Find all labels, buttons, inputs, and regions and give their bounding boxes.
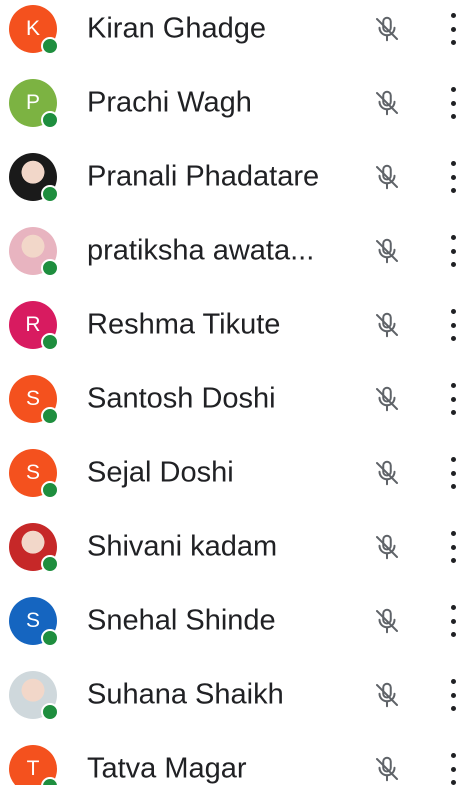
avatar-container bbox=[9, 523, 59, 573]
more-vert-icon[interactable] bbox=[446, 13, 460, 45]
participant-row[interactable]: Suhana Shaikh bbox=[0, 658, 463, 732]
avatar-container bbox=[9, 671, 59, 721]
avatar-initial: S bbox=[25, 387, 40, 410]
participant-list: K Kiran Ghadge P Prachi Wagh Pranali Pha… bbox=[0, 0, 463, 785]
mic-off-icon[interactable] bbox=[372, 236, 402, 266]
avatar-container: S bbox=[9, 375, 59, 425]
mic-off-icon[interactable] bbox=[372, 384, 402, 414]
mic-off-icon[interactable] bbox=[372, 310, 402, 340]
online-status-dot bbox=[41, 111, 59, 129]
participant-name: Santosh Doshi bbox=[87, 382, 276, 415]
participant-row[interactable]: P Prachi Wagh bbox=[0, 66, 463, 140]
mic-off-icon[interactable] bbox=[372, 754, 402, 784]
online-status-dot bbox=[41, 703, 59, 721]
avatar-container: K bbox=[9, 5, 59, 55]
mic-off-icon[interactable] bbox=[372, 532, 402, 562]
more-vert-icon[interactable] bbox=[446, 235, 460, 267]
avatar-container: P bbox=[9, 79, 59, 129]
mic-off-icon[interactable] bbox=[372, 88, 402, 118]
avatar-initial: S bbox=[25, 609, 40, 632]
online-status-dot bbox=[41, 259, 59, 277]
mic-off-icon[interactable] bbox=[372, 458, 402, 488]
online-status-dot bbox=[41, 777, 59, 785]
participant-name: Kiran Ghadge bbox=[87, 12, 266, 45]
avatar-initial: P bbox=[25, 91, 40, 114]
avatar-initial: T bbox=[26, 757, 40, 780]
more-vert-icon[interactable] bbox=[446, 605, 460, 637]
more-vert-icon[interactable] bbox=[446, 161, 460, 193]
participant-row[interactable]: pratiksha awata... bbox=[0, 214, 463, 288]
avatar-container bbox=[9, 153, 59, 203]
avatar-container: S bbox=[9, 597, 59, 647]
mic-off-icon[interactable] bbox=[372, 680, 402, 710]
more-vert-icon[interactable] bbox=[446, 457, 460, 489]
participant-name: Snehal Shinde bbox=[87, 604, 276, 637]
online-status-dot bbox=[41, 555, 59, 573]
online-status-dot bbox=[41, 185, 59, 203]
avatar-initial: K bbox=[25, 17, 40, 40]
participant-name: pratiksha awata... bbox=[87, 234, 315, 267]
participant-name: Shivani kadam bbox=[87, 530, 278, 563]
mic-off-icon[interactable] bbox=[372, 14, 402, 44]
participant-row[interactable]: T Tatva Magar bbox=[0, 732, 463, 785]
participant-name: Pranali Phadatare bbox=[87, 160, 320, 193]
participant-name: Suhana Shaikh bbox=[87, 678, 284, 711]
more-vert-icon[interactable] bbox=[446, 679, 460, 711]
participant-row[interactable]: R Reshma Tikute bbox=[0, 288, 463, 362]
participant-row[interactable]: S Sejal Doshi bbox=[0, 436, 463, 510]
avatar-container: S bbox=[9, 449, 59, 499]
participant-name: Tatva Magar bbox=[87, 752, 247, 785]
online-status-dot bbox=[41, 629, 59, 647]
avatar-initial: S bbox=[25, 461, 40, 484]
more-vert-icon[interactable] bbox=[446, 309, 460, 341]
avatar-initial: R bbox=[25, 313, 41, 336]
avatar-container: R bbox=[9, 301, 59, 351]
more-vert-icon[interactable] bbox=[446, 753, 460, 785]
online-status-dot bbox=[41, 333, 59, 351]
more-vert-icon[interactable] bbox=[446, 531, 460, 563]
participant-row[interactable]: S Santosh Doshi bbox=[0, 362, 463, 436]
participant-name: Sejal Doshi bbox=[87, 456, 234, 489]
online-status-dot bbox=[41, 37, 59, 55]
more-vert-icon[interactable] bbox=[446, 383, 460, 415]
avatar-container: T bbox=[9, 745, 59, 785]
avatar-container bbox=[9, 227, 59, 277]
online-status-dot bbox=[41, 407, 59, 425]
mic-off-icon[interactable] bbox=[372, 162, 402, 192]
mic-off-icon[interactable] bbox=[372, 606, 402, 636]
participant-row[interactable]: S Snehal Shinde bbox=[0, 584, 463, 658]
participant-name: Reshma Tikute bbox=[87, 308, 281, 341]
participant-row[interactable]: Pranali Phadatare bbox=[0, 140, 463, 214]
online-status-dot bbox=[41, 481, 59, 499]
more-vert-icon[interactable] bbox=[446, 87, 460, 119]
participant-row[interactable]: K Kiran Ghadge bbox=[0, 0, 463, 66]
participant-row[interactable]: Shivani kadam bbox=[0, 510, 463, 584]
participant-name: Prachi Wagh bbox=[87, 86, 252, 119]
